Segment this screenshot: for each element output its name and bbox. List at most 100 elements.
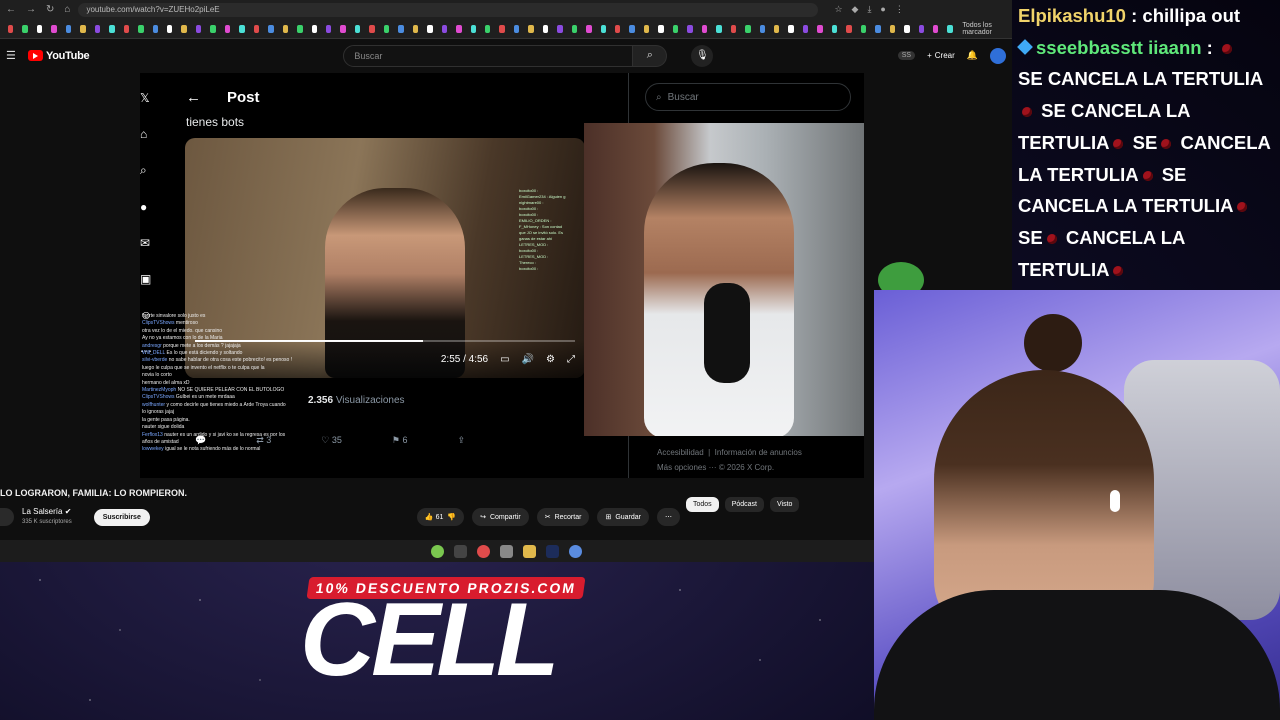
bell-icon[interactable]: 🔔 [967,50,978,61]
bookmark-icon[interactable] [687,24,693,33]
captions-icon[interactable]: ▭ [500,354,509,365]
bookmark-icon[interactable] [354,24,361,33]
bookmark-icon[interactable] [499,24,505,33]
bookmark-icon[interactable] [658,24,664,33]
fullscreen-icon[interactable]: ⤢ [567,354,575,365]
bookmark-icon[interactable] [557,24,563,33]
extension-icon[interactable]: ◆ [852,4,859,15]
bookmark-icon[interactable] [947,24,953,33]
bookmark-icon[interactable] [8,24,14,33]
bookmark-icon[interactable] [730,24,737,33]
share-icon[interactable]: ⇪ [457,435,465,446]
bookmark-icon[interactable] [456,24,462,33]
bookmark-icon[interactable] [600,24,607,33]
bookmark-icon[interactable] [802,24,809,33]
photoshop-icon[interactable] [545,544,559,558]
create-button[interactable]: + Crear [927,51,955,60]
bookmark-icon[interactable] [412,24,419,33]
bookmark-icon[interactable] [138,24,144,33]
bookmark-icon[interactable] [297,24,303,33]
x-search-input[interactable]: ⌕ Buscar [645,83,851,111]
forward-icon[interactable]: → [26,4,36,15]
bookmark-icon[interactable] [643,24,650,33]
bookmark-icon[interactable] [629,24,635,33]
bookmark-icon[interactable] [65,24,72,33]
footer-link[interactable]: Más opciones ··· [657,463,717,472]
bookmark-icon[interactable] [152,24,158,33]
more-actions-button[interactable]: ⋯ [657,508,680,526]
bookmark-icon[interactable] [470,24,476,33]
channel-avatar[interactable] [0,508,14,526]
bookmark-icon[interactable] [788,24,794,33]
dislike-icon[interactable]: 👎 [447,513,456,521]
subscribe-button[interactable]: Suscribirse [93,508,150,526]
bookmark-icon[interactable] [484,24,491,33]
bookmark-icon[interactable] [123,24,130,33]
bookmark-icon[interactable] [745,24,751,33]
bookmark-icon[interactable] [181,24,187,33]
bookmark-icon[interactable] [51,24,57,33]
account-avatar[interactable] [990,47,1006,64]
share-button[interactable]: ↪ Compartir [472,508,529,526]
bookmark-icon[interactable] [195,24,202,33]
profile-icon[interactable]: ● [880,4,885,15]
bookmark-icon[interactable] [513,24,520,33]
hamburger-menu-icon[interactable]: ☰ [6,49,18,62]
bookmark-icon[interactable] [904,24,910,33]
search-button[interactable]: ⌕ [633,44,668,67]
explore-nav-icon[interactable]: ⌕ [140,163,150,178]
chip-podcast[interactable]: Pódcast [724,497,764,512]
bookmark-icon[interactable] [831,24,838,33]
bookmark-icon[interactable] [860,24,867,33]
bookmark-icon[interactable] [615,24,621,33]
bookmark-icon[interactable] [36,24,43,33]
grok-nav-icon[interactable]: ▣ [140,272,151,286]
app-icon[interactable] [568,544,582,558]
save-button[interactable]: ⊞ Guardar [597,508,649,526]
bookmark-icon[interactable] [94,24,101,33]
bookmark-icon[interactable] [441,24,448,33]
bookmark-icon[interactable] [325,24,332,33]
bookmark-icon[interactable] [224,24,231,33]
bookmark-button[interactable]: ⚑ 6 [392,435,408,446]
bookmark-icon[interactable] [889,24,896,33]
home-icon[interactable]: ⌂ [64,4,70,15]
bookmark-icon[interactable] [383,24,390,33]
bookmark-icon[interactable] [716,24,722,33]
bookmark-icon[interactable] [875,24,881,33]
chrome-icon[interactable] [476,544,490,558]
bookmark-icon[interactable] [774,24,780,33]
bookmark-icon[interactable] [759,24,766,33]
bookmark-icon[interactable] [282,24,289,33]
bookmark-icon[interactable] [701,24,708,33]
bookmark-icon[interactable] [239,24,245,33]
search-input[interactable]: Buscar [343,44,634,67]
bookmark-icon[interactable] [542,24,549,33]
footer-link[interactable]: Accesibilidad [657,448,704,457]
app-icon[interactable] [499,544,513,558]
obs-icon[interactable] [453,544,467,558]
back-icon[interactable]: ← [6,4,16,15]
url-field[interactable]: youtube.com/watch?v=ZUEHo2piLeE [78,2,819,17]
bookmarks-folder[interactable]: Todos los marcador [962,22,1004,36]
bookmark-icon[interactable] [933,24,939,33]
bookmark-icon[interactable] [80,24,86,33]
volume-icon[interactable]: 🔊 [522,354,534,365]
home-nav-icon[interactable]: ⌂ [140,127,150,141]
bookmark-icon[interactable] [210,24,216,33]
bookmark-icon[interactable] [109,24,115,33]
x-logo-icon[interactable]: 𝕏 [140,91,150,105]
video-player[interactable]: 𝕏 ⌂ ⌕ ● ✉ ▣ ☺ ⋯ ← Post tienes bots boxci… [140,73,864,478]
app-icon[interactable] [430,544,444,558]
bookmark-icon[interactable] [918,24,924,33]
youtube-logo[interactable]: YouTube [28,50,90,62]
bookmark-icon[interactable] [22,24,28,33]
bookmark-icon[interactable] [672,24,679,33]
channel-name[interactable]: La Salsería [22,507,62,516]
bookmark-icon[interactable] [427,24,433,33]
notifications-nav-icon[interactable]: ● [140,200,150,214]
back-arrow-icon[interactable]: ← [186,89,201,106]
messages-nav-icon[interactable]: ✉ [140,236,150,250]
voice-search-button[interactable]: 🎙 [691,44,714,67]
like-button[interactable]: 👍 61 [425,513,443,521]
